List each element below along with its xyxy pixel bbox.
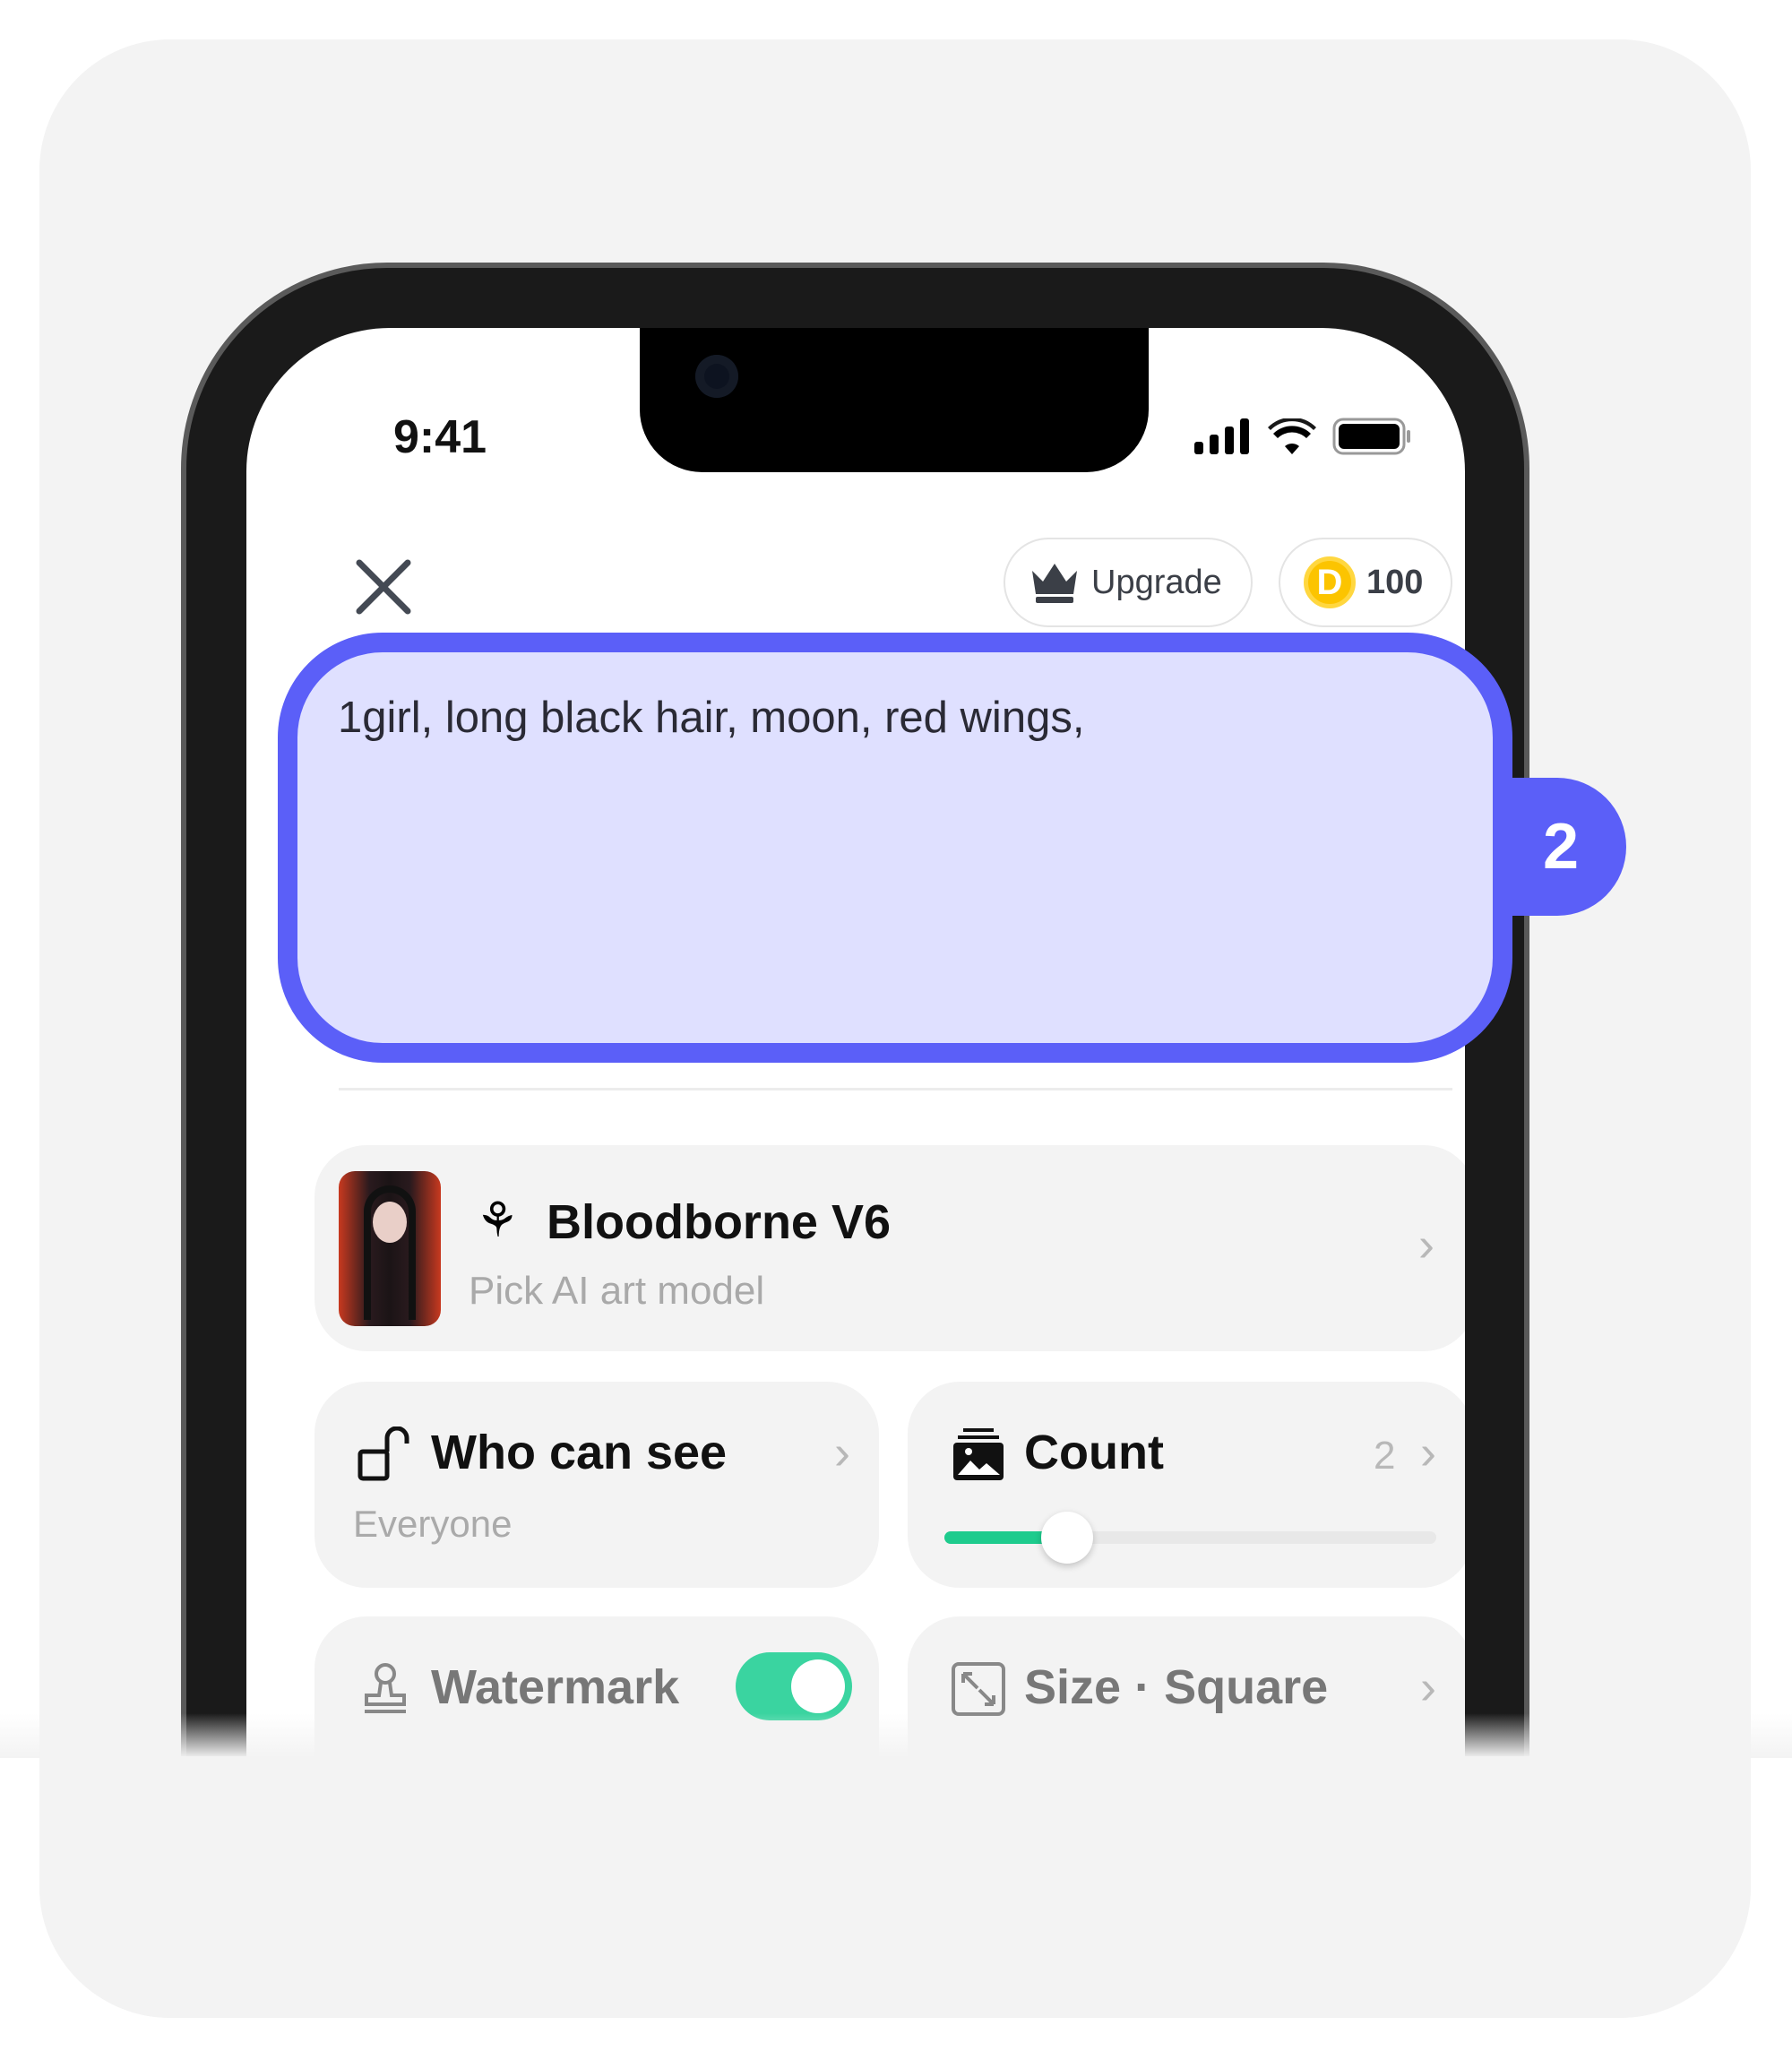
prompt-input-highlight[interactable]: 1girl, long black hair, moon, red wings,	[278, 633, 1512, 1063]
count-slider[interactable]	[944, 1512, 1436, 1564]
count-title: Count	[1024, 1426, 1164, 1479]
unlock-icon	[358, 1426, 409, 1481]
status-time: 9:41	[393, 411, 487, 463]
chevron-right-icon: ›	[1418, 1218, 1434, 1271]
count-value: 2	[1374, 1434, 1396, 1478]
upgrade-label: Upgrade	[1091, 563, 1222, 601]
model-name: Bloodborne V6	[547, 1195, 892, 1249]
watermark-title: Watermark	[431, 1660, 680, 1714]
resize-icon	[952, 1662, 1005, 1716]
model-subtitle: Pick AI art model	[469, 1269, 765, 1313]
size-value: Square	[1164, 1660, 1329, 1714]
signal-icon	[1194, 418, 1249, 454]
close-icon[interactable]	[354, 557, 413, 616]
visibility-title: Who can see	[431, 1426, 728, 1479]
battery-icon	[1332, 418, 1410, 455]
model-picker[interactable]: ⚘ Bloodborne V6 Pick AI art model ›	[314, 1145, 1465, 1351]
visibility-setting[interactable]: Who can see Everyone ›	[314, 1382, 879, 1588]
coin-balance-value: 100	[1366, 563, 1424, 601]
status-icons	[1194, 418, 1411, 455]
slider-knob[interactable]	[1041, 1512, 1094, 1564]
divider	[339, 1088, 1452, 1090]
size-title: Size	[1024, 1660, 1122, 1714]
chevron-right-icon: ›	[1420, 1426, 1436, 1479]
count-setting[interactable]: Count 2 ›	[908, 1382, 1465, 1588]
bottom-fill	[39, 1756, 1751, 2018]
coin-balance[interactable]: D 100	[1279, 538, 1452, 627]
size-separator: ·	[1134, 1660, 1151, 1714]
crown-icon	[1032, 564, 1077, 603]
stamp-icon	[365, 1663, 406, 1713]
prompt-text: 1girl, long black hair, moon, red wings,	[338, 694, 1085, 742]
model-thumbnail	[339, 1171, 441, 1326]
notch	[640, 328, 1149, 472]
wifi-icon	[1268, 418, 1316, 454]
camera-icon	[695, 355, 738, 398]
bottom-fade	[0, 1713, 1792, 1758]
model-icon: ⚘	[476, 1194, 520, 1247]
chevron-right-icon: ›	[1420, 1660, 1436, 1714]
coin-icon: D	[1304, 556, 1356, 608]
watermark-toggle[interactable]	[736, 1652, 852, 1720]
visibility-value: Everyone	[353, 1503, 513, 1545]
upgrade-button[interactable]: Upgrade	[1004, 538, 1253, 627]
image-stack-icon	[953, 1428, 1004, 1480]
chevron-right-icon: ›	[834, 1426, 850, 1479]
